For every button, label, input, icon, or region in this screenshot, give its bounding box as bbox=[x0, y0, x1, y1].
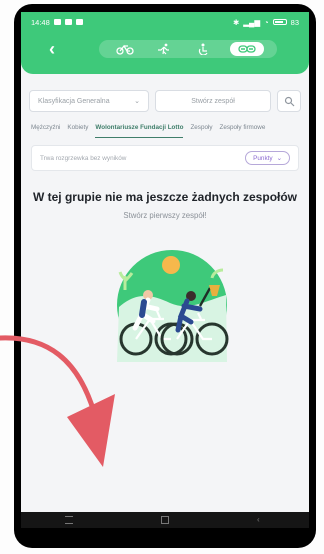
results-filter-bar: Trwa rozgrzewka bez wyników Punkty ⌄ bbox=[31, 145, 299, 171]
activity-switcher bbox=[99, 40, 277, 58]
tab-lotto-volunteers[interactable]: Wolontariusze Fundacji Lotto bbox=[95, 120, 184, 138]
create-team-placeholder: Stwórz zespół bbox=[191, 97, 235, 105]
wheelchair-icon bbox=[198, 43, 208, 55]
cycling-illustration bbox=[117, 250, 229, 362]
search-button[interactable] bbox=[277, 90, 301, 112]
search-controls: Klasyfikacja Generalna ⌄ Stwórz zespół bbox=[21, 80, 309, 112]
category-tabs: Mężczyźni Kobiety Wolontariusze Fundacji… bbox=[21, 120, 309, 138]
tab-women-label: Kobiety bbox=[67, 123, 89, 131]
rider-one-shirt bbox=[139, 299, 147, 318]
running-icon bbox=[157, 43, 169, 55]
top-header: 14:48 ✱ ▂▄▆ ◔ 83 ‹ bbox=[21, 12, 309, 74]
sun-icon bbox=[162, 256, 180, 274]
link-icon bbox=[237, 45, 256, 53]
home-nav-icon[interactable] bbox=[161, 516, 169, 524]
app-notification-icon bbox=[64, 19, 72, 25]
tab-men-label: Mężczyźni bbox=[31, 123, 61, 131]
app-screen: 14:48 ✱ ▂▄▆ ◔ 83 ‹ Klasyfikacja Generaln… bbox=[21, 12, 309, 528]
points-label: Punkty bbox=[253, 154, 273, 162]
android-navigation-bar: ‹ bbox=[21, 512, 309, 528]
screenshot-stage: 14:48 ✱ ▂▄▆ ◔ 83 ‹ Klasyfikacja Generaln… bbox=[0, 0, 324, 554]
signal-icon: ▂▄▆ bbox=[243, 17, 261, 27]
tab-company-teams-label: Zespoły firmowe bbox=[219, 123, 266, 131]
tab-lotto-volunteers-label: Wolontariusze Fundacji Lotto bbox=[95, 123, 184, 131]
battery-percentage: 83 bbox=[290, 17, 299, 27]
create-team-input[interactable]: Stwórz zespół bbox=[155, 90, 271, 112]
points-chevron-icon: ⌄ bbox=[276, 155, 282, 162]
status-time: 14:48 bbox=[31, 17, 50, 27]
link-activity-button[interactable] bbox=[229, 42, 264, 56]
running-activity-button[interactable] bbox=[152, 42, 176, 56]
points-dropdown-button[interactable]: Punkty ⌄ bbox=[245, 151, 290, 165]
empty-state-subtitle: Stwórz pierwszy zespół! bbox=[123, 211, 207, 220]
gallery-notification-icon bbox=[75, 19, 83, 25]
back-nav-icon[interactable]: ‹ bbox=[257, 516, 265, 524]
phone-frame: 14:48 ✱ ▂▄▆ ◔ 83 ‹ Klasyfikacja Generaln… bbox=[14, 4, 316, 548]
warmup-status-text: Trwa rozgrzewka bez wyników bbox=[40, 154, 127, 162]
back-button[interactable]: ‹ bbox=[41, 38, 63, 60]
menu-nav-icon[interactable] bbox=[65, 516, 73, 524]
tab-teams-label: Zespoły bbox=[190, 123, 213, 131]
classification-value: Klasyfikacja Generalna bbox=[38, 97, 110, 105]
status-bar: 14:48 ✱ ▂▄▆ ◔ 83 bbox=[31, 15, 299, 29]
battery-icon bbox=[272, 19, 287, 25]
tab-teams[interactable]: Zespoły bbox=[190, 120, 212, 138]
wifi-icon: ◔ bbox=[264, 17, 269, 27]
cycling-activity-button[interactable] bbox=[113, 42, 137, 56]
chevron-down-icon: ⌄ bbox=[134, 98, 140, 105]
search-icon bbox=[284, 96, 294, 106]
wheelchair-activity-button[interactable] bbox=[191, 42, 215, 56]
tab-women[interactable]: Kobiety bbox=[67, 120, 88, 138]
status-right: ✱ ▂▄▆ ◔ 83 bbox=[233, 18, 299, 27]
filter-row: Klasyfikacja Generalna ⌄ Stwórz zespół bbox=[29, 90, 301, 112]
status-left: 14:48 bbox=[31, 18, 83, 27]
notification-icon bbox=[53, 19, 61, 25]
tab-men[interactable]: Mężczyźni bbox=[31, 120, 60, 138]
bluetooth-icon: ✱ bbox=[232, 17, 240, 27]
empty-state-title: W tej grupie nie ma jeszcze żadnych zesp… bbox=[32, 190, 298, 204]
bicycle-icon bbox=[115, 44, 134, 55]
classification-select[interactable]: Klasyfikacja Generalna ⌄ bbox=[29, 90, 149, 112]
tab-company-teams[interactable]: Zespoły firmowe bbox=[220, 120, 266, 138]
